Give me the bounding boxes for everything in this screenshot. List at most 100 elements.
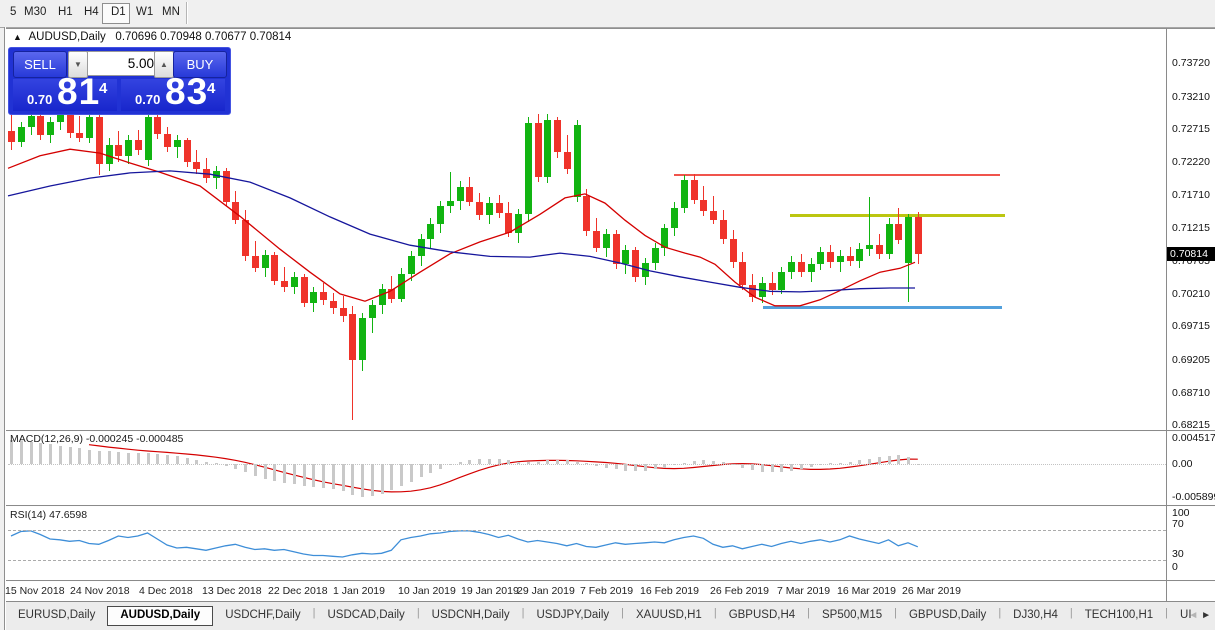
candle <box>17 126 25 142</box>
candle <box>86 116 93 138</box>
toolbar-separator <box>186 2 187 24</box>
date-axis-label: 7 Mar 2019 <box>777 585 831 597</box>
macd-bar <box>292 464 296 485</box>
candle <box>437 206 444 224</box>
tab-scroll-left-icon[interactable]: ◄ <box>1188 610 1198 621</box>
macd-bar <box>361 464 364 497</box>
candle <box>778 272 786 290</box>
timeframe-toolbar: 5 M30 H1 H4 D1 W1 MN <box>0 0 1215 28</box>
price-axis-label: 0.73720 <box>1172 57 1210 69</box>
bid-price-display[interactable]: 0.70 81 4 <box>13 71 117 112</box>
timeframe-button-d1[interactable]: D1 <box>102 3 130 24</box>
candle <box>37 115 45 136</box>
price-axis-line <box>1166 28 1167 601</box>
candle <box>8 131 15 142</box>
tab-scroll-right-icon[interactable]: ► <box>1201 610 1211 621</box>
tab-eurusd-daily[interactable]: EURUSD,Daily <box>6 606 107 624</box>
candle <box>349 314 357 360</box>
candle <box>505 213 513 233</box>
candle <box>846 255 854 261</box>
hline-support-blue[interactable] <box>763 306 1002 309</box>
rsi-label: RSI(14) 47.6598 <box>10 509 88 521</box>
timeframe-button-h4[interactable]: H4 <box>76 3 102 22</box>
candle <box>164 134 171 148</box>
candle <box>866 244 873 250</box>
candle <box>485 203 493 215</box>
candle <box>212 170 220 179</box>
candle <box>593 230 600 248</box>
candle <box>232 201 240 220</box>
tab-usdcad-daily[interactable]: USDCAD,Daily <box>315 606 416 624</box>
macd-bar <box>409 464 413 482</box>
mt4-window: 5 M30 H1 H4 D1 W1 MN ▲ AUDUSD,Daily 0.70696 0.… <box>0 0 1215 630</box>
macd-bar <box>49 444 52 464</box>
candle <box>456 186 464 202</box>
current-price-tag: 0.70814 <box>1167 247 1215 261</box>
timeframe-button-mn[interactable]: MN <box>154 3 182 22</box>
tab-gbpusd-daily[interactable]: GBPUSD,Daily <box>897 606 998 624</box>
timeframe-button-m30[interactable]: M30 <box>16 3 50 22</box>
ask-price-display[interactable]: 0.70 83 4 <box>121 71 225 112</box>
timeframe-button-w1[interactable]: W1 <box>128 3 154 22</box>
bid-price-prefix: 0.70 <box>27 92 53 107</box>
candle <box>700 199 708 211</box>
tab-gbpusd-h4[interactable]: GBPUSD,H4 <box>717 606 807 624</box>
macd-bar <box>127 452 130 464</box>
tab-tech100-h1[interactable]: TECH100,H1 <box>1073 606 1165 624</box>
macd-bar <box>273 464 277 482</box>
macd-axis-label: -0.005899 <box>1172 491 1215 503</box>
candle <box>320 291 327 301</box>
panel-divider-macd[interactable] <box>6 430 1215 431</box>
ask-price-pipette: 4 <box>207 80 216 97</box>
macd-bar <box>419 464 423 478</box>
rsi-axis-label: 30 <box>1172 548 1184 560</box>
candle <box>144 116 152 160</box>
candle <box>524 122 532 215</box>
tab-usdjpy-daily[interactable]: USDJPY,Daily <box>524 606 621 624</box>
macd-bar <box>380 464 384 494</box>
tab-usdcnh-daily[interactable]: USDCNH,Daily <box>420 606 522 624</box>
macd-bar <box>302 464 306 486</box>
rsi-level-30-line <box>8 560 1166 561</box>
price-axis-label: 0.69205 <box>1172 354 1210 367</box>
macd-bar <box>312 464 316 487</box>
macd-bar <box>39 443 43 464</box>
candle <box>271 255 279 281</box>
macd-bar <box>156 453 160 464</box>
candle <box>222 170 230 202</box>
macd-bar <box>390 464 394 491</box>
tab-usdchf-daily[interactable]: USDCHF,Daily <box>213 606 312 624</box>
candle <box>134 139 142 150</box>
candle <box>417 239 425 257</box>
macd-bar <box>283 464 286 484</box>
macd-bar <box>331 464 335 490</box>
price-axis-label: 0.71215 <box>1172 221 1210 234</box>
macd-bar <box>877 456 881 464</box>
candle <box>680 180 688 209</box>
candle <box>76 133 84 138</box>
macd-bar <box>887 455 891 464</box>
candle <box>466 186 474 202</box>
panel-divider-rsi[interactable] <box>6 505 1215 506</box>
candle <box>807 263 815 273</box>
date-axis-label: 4 Dec 2018 <box>139 585 193 597</box>
tab-scroll-arrows[interactable]: ◄ ► <box>1188 610 1211 621</box>
tab-xauusd-h1[interactable]: XAUUSD,H1 <box>624 606 714 624</box>
macd-bar <box>107 451 111 464</box>
timeframe-button-h1[interactable]: H1 <box>50 3 76 22</box>
candle <box>729 239 737 263</box>
tab-sp500-m15[interactable]: SP500,M15 <box>810 606 894 624</box>
chart-symbol-label: AUDUSD,Daily <box>28 31 106 43</box>
bid-price-big-digits: 81 <box>57 71 101 112</box>
macd-bar <box>400 464 403 487</box>
tab-dj30-h4[interactable]: DJ30,H4 <box>1001 606 1070 624</box>
one-click-trade-panel: SELL ▼ 5.00 ▲ BUY 0.70 81 4 0.70 83 4 <box>8 47 231 115</box>
candle <box>554 119 561 153</box>
symbol-collapse-icon[interactable]: ▲ <box>13 32 22 42</box>
candle <box>183 139 191 163</box>
macd-bar <box>166 455 169 464</box>
hline-resistance-red[interactable] <box>674 174 1000 176</box>
macd-zero-line <box>8 464 1166 465</box>
candle <box>290 276 298 288</box>
tab-audusd-daily[interactable]: AUDUSD,Daily <box>107 606 214 626</box>
